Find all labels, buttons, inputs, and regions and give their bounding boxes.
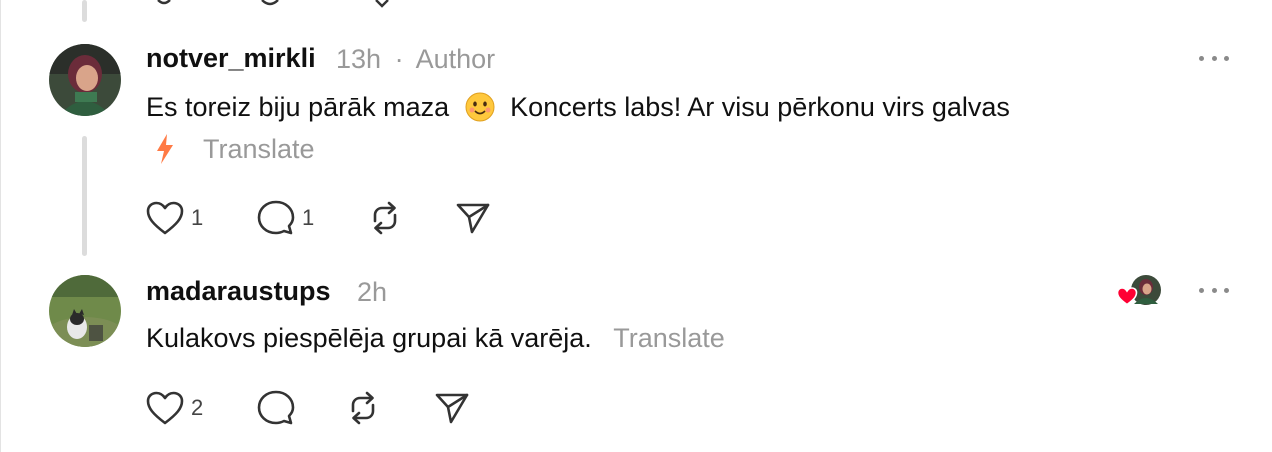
post-time[interactable]: 13h bbox=[336, 44, 381, 74]
avatar-photo-dog bbox=[49, 275, 121, 347]
more-options-button[interactable] bbox=[1199, 283, 1229, 297]
username[interactable]: madaraustups bbox=[146, 276, 331, 307]
reply-button[interactable]: 1 bbox=[256, 198, 314, 238]
heart-icon bbox=[146, 201, 184, 235]
heart-icon bbox=[146, 391, 184, 425]
avatar[interactable] bbox=[49, 44, 121, 116]
comment-bubble-icon bbox=[257, 200, 295, 235]
repost-button[interactable] bbox=[366, 198, 404, 238]
dot bbox=[1224, 55, 1229, 61]
comment-text-part-2: Koncerts labs! Ar visu pērkonu virs galv… bbox=[510, 92, 1010, 122]
thread-connector bbox=[82, 136, 87, 256]
page-left-border bbox=[0, 0, 1, 452]
comment-text: Kulakovs piespēlēja grupai kā varēja. Tr… bbox=[146, 323, 725, 354]
like-button[interactable]: 1 bbox=[145, 198, 203, 238]
liked-by-author-indicator bbox=[1116, 274, 1162, 306]
meta-separator: · bbox=[394, 44, 404, 74]
author-label: Author bbox=[415, 44, 496, 74]
post-meta: 13h · Author bbox=[336, 44, 495, 75]
comment-text-content: Kulakovs piespēlēja grupai kā varēja. bbox=[146, 323, 592, 353]
smiling-face-emoji-icon bbox=[465, 92, 495, 122]
comment-text: Es toreiz biju pārāk maza Koncerts labs!… bbox=[146, 92, 1010, 123]
repost-icon bbox=[351, 391, 375, 425]
avatar-photo-woman bbox=[49, 44, 121, 116]
more-options-button[interactable] bbox=[1199, 51, 1229, 65]
repost-button[interactable] bbox=[344, 388, 382, 428]
reply-button[interactable] bbox=[256, 388, 296, 428]
translate-link[interactable]: Translate bbox=[203, 134, 315, 165]
username[interactable]: notver_mirkli bbox=[146, 43, 316, 74]
comment-text-part-1: Es toreiz biju pārāk maza bbox=[146, 92, 450, 122]
like-button[interactable]: 2 bbox=[145, 388, 203, 428]
dot bbox=[1224, 287, 1229, 293]
thread-connector-top bbox=[82, 0, 87, 22]
like-count: 1 bbox=[191, 205, 204, 230]
dot bbox=[1211, 55, 1217, 61]
dot bbox=[1199, 55, 1204, 61]
share-button[interactable] bbox=[434, 388, 470, 428]
send-icon bbox=[435, 393, 469, 424]
translate-row[interactable]: Translate bbox=[154, 133, 315, 165]
heart-filled-icon bbox=[1116, 287, 1138, 306]
post-time[interactable]: 2h bbox=[357, 277, 387, 308]
send-icon bbox=[456, 203, 490, 234]
previous-action-icons-partial bbox=[157, 0, 389, 8]
avatar[interactable] bbox=[49, 275, 121, 347]
dot bbox=[1199, 287, 1204, 293]
share-button[interactable] bbox=[455, 198, 491, 238]
reply-count: 1 bbox=[302, 205, 315, 230]
like-count: 2 bbox=[191, 395, 204, 420]
comment-bubble-icon bbox=[257, 390, 295, 425]
repost-icon bbox=[373, 201, 397, 235]
lightning-icon bbox=[157, 134, 173, 164]
translate-link[interactable]: Translate bbox=[613, 323, 725, 353]
dot bbox=[1211, 287, 1217, 293]
